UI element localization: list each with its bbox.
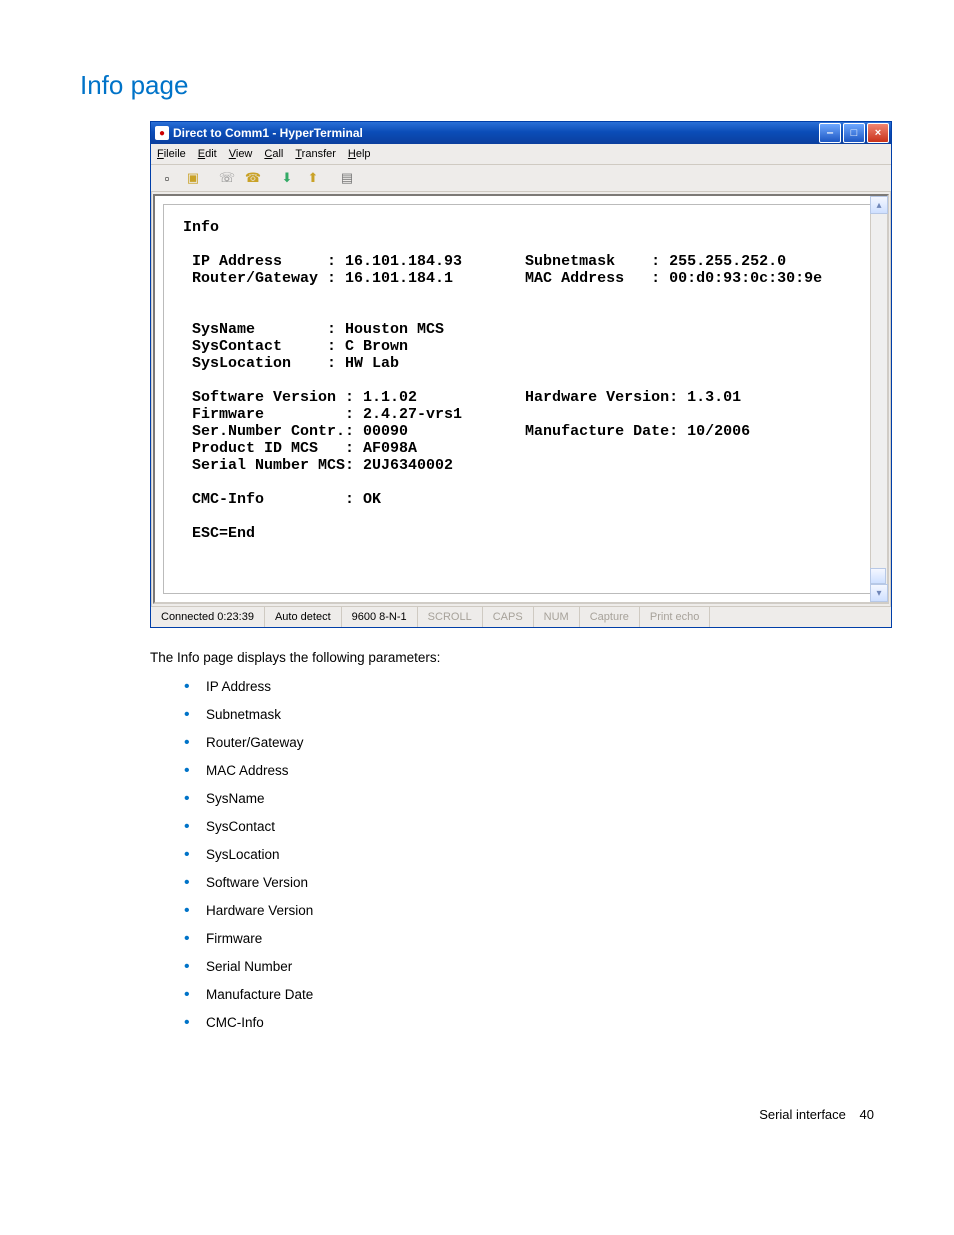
list-item: Manufacture Date <box>184 981 874 1009</box>
menu-transfer[interactable]: Transfer <box>295 148 336 160</box>
send-icon[interactable]: ⬇ <box>275 167 299 189</box>
list-item: Router/Gateway <box>184 729 874 757</box>
list-item: CMC-Info <box>184 1009 874 1037</box>
list-item: Software Version <box>184 869 874 897</box>
list-item: SysContact <box>184 813 874 841</box>
window-titlebar[interactable]: ● Direct to Comm1 - HyperTerminal ‒ □ × <box>151 122 891 144</box>
page-footer: Serial interface 40 <box>0 1077 954 1122</box>
vertical-scrollbar[interactable]: ▴ ▾ <box>870 196 887 602</box>
scroll-thumb[interactable] <box>870 568 886 584</box>
terminal-output: Info IP Address : 16.101.184.93 Subnetma… <box>164 205 862 593</box>
parameter-list: IP AddressSubnetmaskRouter/GatewayMAC Ad… <box>184 673 874 1037</box>
minimize-button[interactable]: ‒ <box>819 123 841 143</box>
toolbar: ▫ ▣ ☏ ☎ ⬇ ⬆ ▤ <box>151 165 891 192</box>
status-caps: CAPS <box>483 607 534 627</box>
status-num: NUM <box>534 607 580 627</box>
list-item: SysLocation <box>184 841 874 869</box>
maximize-button[interactable]: □ <box>843 123 865 143</box>
scroll-down-icon[interactable]: ▾ <box>870 584 888 602</box>
scroll-up-icon[interactable]: ▴ <box>870 196 888 214</box>
close-button[interactable]: × <box>867 123 889 143</box>
status-bar: Connected 0:23:39 Auto detect 9600 8-N-1… <box>151 606 891 627</box>
menu-help[interactable]: Help <box>348 148 371 160</box>
app-icon: ● <box>155 126 169 140</box>
receive-icon[interactable]: ⬆ <box>301 167 325 189</box>
menu-call[interactable]: Call <box>264 148 283 160</box>
open-icon[interactable]: ▣ <box>181 167 205 189</box>
page-title: Info page <box>80 70 874 101</box>
disconnect-icon[interactable]: ☎ <box>241 167 265 189</box>
connect-icon[interactable]: ☏ <box>215 167 239 189</box>
new-icon[interactable]: ▫ <box>155 167 179 189</box>
properties-icon[interactable]: ▤ <box>335 167 359 189</box>
list-item: IP Address <box>184 673 874 701</box>
list-item: Serial Number <box>184 953 874 981</box>
status-connected: Connected 0:23:39 <box>151 607 265 627</box>
footer-page-number: 40 <box>860 1107 874 1122</box>
list-item: Hardware Version <box>184 897 874 925</box>
window-title: Direct to Comm1 - HyperTerminal <box>173 126 363 140</box>
status-capture: Capture <box>580 607 640 627</box>
status-printecho: Print echo <box>640 607 711 627</box>
menubar: Fileile Edit View Call Transfer Help <box>151 144 891 165</box>
list-item: Firmware <box>184 925 874 953</box>
menu-file[interactable]: Fileile <box>157 148 186 160</box>
menu-view[interactable]: View <box>229 148 253 160</box>
intro-text: The Info page displays the following par… <box>150 650 874 665</box>
hyperterminal-window: ● Direct to Comm1 - HyperTerminal ‒ □ × … <box>150 121 892 628</box>
menu-edit[interactable]: Edit <box>198 148 217 160</box>
footer-label: Serial interface <box>759 1107 846 1122</box>
status-baud: 9600 8-N-1 <box>342 607 418 627</box>
list-item: Subnetmask <box>184 701 874 729</box>
status-scroll: SCROLL <box>418 607 483 627</box>
list-item: MAC Address <box>184 757 874 785</box>
list-item: SysName <box>184 785 874 813</box>
status-autodetect: Auto detect <box>265 607 342 627</box>
